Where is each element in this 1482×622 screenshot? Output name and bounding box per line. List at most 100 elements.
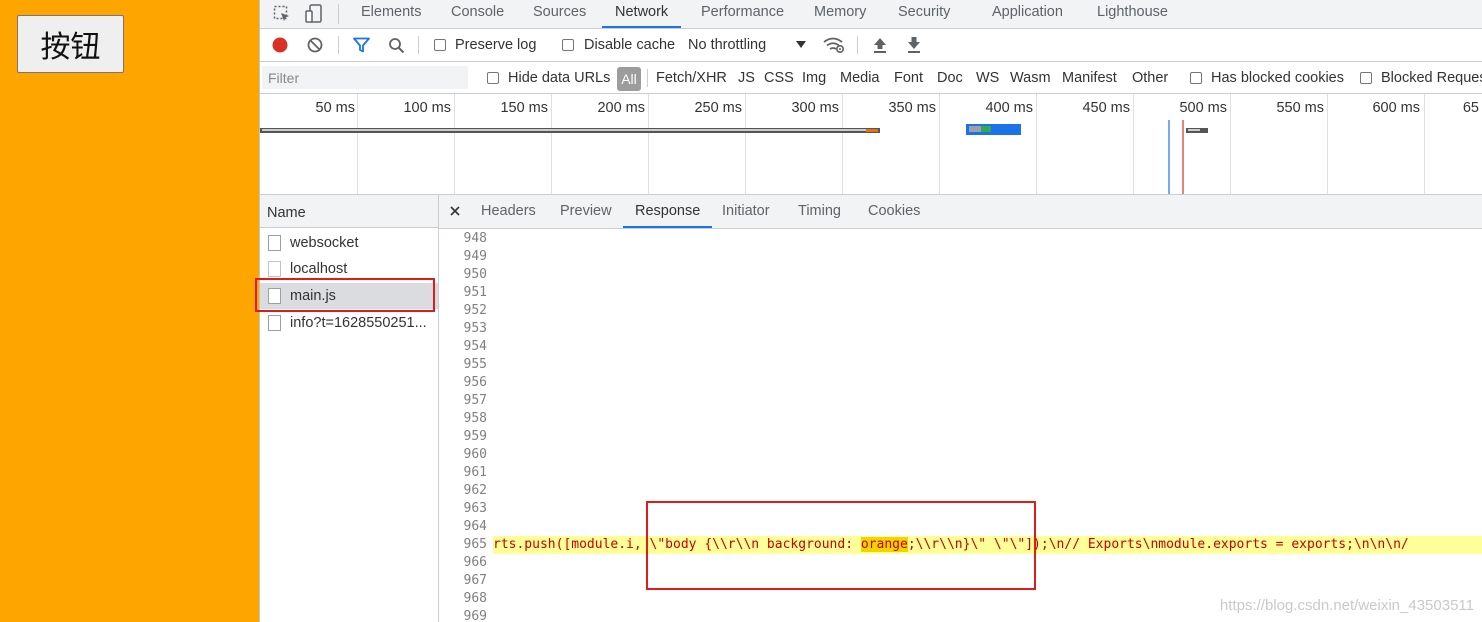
request-row-main-js[interactable]: main.js [260,283,438,309]
type-filter-doc[interactable]: Doc [937,62,963,93]
request-row-websocket[interactable]: websocket [260,230,438,256]
line-number: 967 [463,573,487,588]
network-overview[interactable]: 50 ms 100 ms 150 ms 200 ms 250 ms 300 ms… [260,94,1482,195]
type-filter-manifest[interactable]: Manifest [1062,62,1117,93]
search-icon[interactable] [387,36,405,54]
devtools-tab-bar: Elements Console Sources Network Perform… [260,0,1482,29]
requests-list: Name websocket localhost main.js info?t=… [260,195,439,622]
throttling-select[interactable]: No throttling [688,29,766,61]
has-blocked-cookies-checkbox[interactable] [1190,72,1202,84]
line-number: 962 [463,483,487,498]
request-name: info?t=1628550251... [290,315,427,331]
tab-headers[interactable]: Headers [481,195,536,228]
tab-application[interactable]: Application [992,0,1063,28]
code-line-highlighted: rts.push([module.i, \"body {\\r\\n backg… [493,536,1482,554]
tab-memory[interactable]: Memory [814,0,866,28]
import-har-icon[interactable] [871,36,889,54]
type-filter-js[interactable]: JS [738,62,755,93]
tab-initiator[interactable]: Initiator [722,195,770,228]
preserve-log-checkbox[interactable] [434,39,446,51]
blocked-requests-checkbox[interactable] [1360,72,1372,84]
device-toolbar-icon[interactable] [304,3,324,25]
line-number: 957 [463,393,487,408]
network-conditions-icon[interactable] [822,35,846,55]
tab-timing[interactable]: Timing [798,195,841,228]
page-button[interactable]: 按钮 [17,15,124,73]
type-filter-img[interactable]: Img [802,62,826,93]
hide-data-urls-label[interactable]: Hide data URLs [508,62,610,93]
request-row-localhost[interactable]: localhost [260,256,438,282]
line-number: 966 [463,555,487,570]
type-filter-css[interactable]: CSS [764,62,794,93]
line-number: 968 [463,591,487,606]
separator [338,36,339,54]
devtools-panel: Elements Console Sources Network Perform… [259,0,1482,622]
watermark: https://blog.csdn.net/weixin_43503511 [1219,597,1474,614]
line-number: 960 [463,447,487,462]
export-har-icon[interactable] [905,36,923,54]
chevron-down-icon[interactable] [794,39,808,51]
line-number: 969 [463,609,487,622]
request-name: websocket [290,235,359,251]
code-text: ;\\r\\n}\" \"\"]);\n// Exports\nmodule.e… [907,537,1409,552]
line-number: 959 [463,429,487,444]
document-icon [268,315,281,331]
line-number: 961 [463,465,487,480]
line-number: 958 [463,411,487,426]
separator [418,36,419,54]
type-filter-ws[interactable]: WS [976,62,999,93]
filter-icon[interactable] [352,36,370,54]
disable-cache-label[interactable]: Disable cache [584,29,675,61]
tab-lighthouse[interactable]: Lighthouse [1097,0,1168,28]
line-number: 948 [463,231,487,246]
line-number: 950 [463,267,487,282]
code-text: rts.push([module.i, \"body {\\r\\n backg… [493,537,861,552]
type-filter-font[interactable]: Font [894,62,923,93]
tab-sources[interactable]: Sources [533,0,586,28]
request-name: main.js [290,288,336,304]
hide-data-urls-checkbox[interactable] [487,72,499,84]
name-column-header[interactable]: Name [260,195,438,228]
tab-performance[interactable]: Performance [701,0,784,28]
line-number: 963 [463,501,487,516]
overview-waterfall [260,120,1208,194]
response-code-view[interactable]: 948 949 950 951 952 953 954 955 956 957 … [439,229,1482,622]
line-number: 954 [463,339,487,354]
tab-response[interactable]: Response [622,195,713,228]
page-viewport: 按钮 [0,0,259,622]
type-filter-all[interactable]: All [617,67,641,91]
tab-cookies[interactable]: Cookies [868,195,920,228]
network-toolbar: Preserve log Disable cache No throttling [260,29,1482,62]
tab-security[interactable]: Security [898,0,950,28]
tab-preview[interactable]: Preview [560,195,612,228]
request-detail-tabs: Headers Preview Response Initiator Timin… [439,195,1482,229]
line-number: 949 [463,249,487,264]
separator [857,36,858,54]
filter-bar: Hide data URLs All Fetch/XHR JS CSS Img … [260,62,1482,94]
preserve-log-label[interactable]: Preserve log [455,29,536,61]
tab-elements[interactable]: Elements [361,0,421,28]
disable-cache-checkbox[interactable] [562,39,574,51]
request-name: localhost [290,261,348,277]
blocked-requests-label[interactable]: Blocked Reques [1381,62,1482,93]
tab-console[interactable]: Console [451,0,504,28]
line-number: 956 [463,375,487,390]
clear-icon[interactable] [306,36,324,54]
document-icon [268,235,281,251]
inspect-element-icon[interactable] [272,4,292,24]
line-number: 952 [463,303,487,318]
tab-network[interactable]: Network [601,0,682,28]
type-filter-fetch-xhr[interactable]: Fetch/XHR [656,62,727,93]
has-blocked-cookies-label[interactable]: Has blocked cookies [1211,62,1344,93]
separator [338,4,339,24]
line-number: 953 [463,321,487,336]
close-icon[interactable] [447,203,463,219]
separator [647,69,648,87]
type-filter-wasm[interactable]: Wasm [1010,62,1051,93]
script-file-icon [268,288,281,304]
type-filter-other[interactable]: Other [1132,62,1168,93]
filter-input[interactable] [262,66,468,89]
record-icon[interactable] [271,36,289,54]
request-row-info[interactable]: info?t=1628550251... [260,310,438,336]
type-filter-media[interactable]: Media [840,62,880,93]
